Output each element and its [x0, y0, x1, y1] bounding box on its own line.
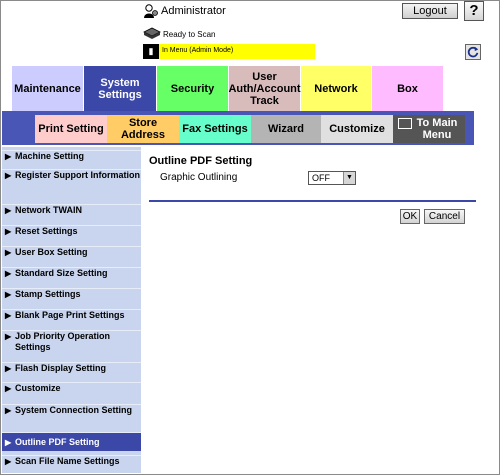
arrow-icon: ▶: [5, 332, 12, 341]
arrow-icon: ▶: [5, 269, 12, 278]
sidebar-item-job-priority[interactable]: ▶ Job Priority Operation Settings: [2, 330, 141, 359]
arrow-icon: ▶: [5, 311, 12, 320]
sidebar-item-label: Customize: [15, 383, 61, 393]
sidebar-item-label: Standard Size Setting: [15, 268, 108, 278]
chevron-down-icon: ▼: [343, 172, 355, 184]
sidebar-item-label: Blank Page Print Settings: [15, 310, 125, 320]
to-main-menu-button[interactable]: To Main Menu: [393, 115, 465, 143]
sidebar-item-reset-settings[interactable]: ▶ Reset Settings: [2, 225, 141, 243]
arrow-icon: ▶: [5, 406, 12, 415]
graphic-outlining-label: Graphic Outlining: [160, 172, 238, 183]
logout-button[interactable]: Logout: [402, 3, 458, 19]
page-title: Outline PDF Setting: [149, 155, 253, 167]
sidebar-item-blank-page-print[interactable]: ▶ Blank Page Print Settings: [2, 309, 141, 327]
subtab-fax-settings[interactable]: Fax Settings: [179, 115, 251, 143]
arrow-icon: ▶: [5, 206, 12, 215]
help-button[interactable]: ?: [464, 1, 484, 21]
sidebar-item-machine-setting[interactable]: ▶ Machine Setting: [2, 150, 141, 168]
mode-text: In Menu (Admin Mode): [162, 47, 234, 54]
subtab-store-address[interactable]: Store Address: [107, 115, 179, 143]
sidebar-item-label: Register Support Information: [15, 170, 141, 180]
tab-maintenance[interactable]: Maintenance: [12, 66, 84, 111]
arrow-icon: ▶: [5, 384, 12, 393]
sidebar-item-customize[interactable]: ▶ Customize: [2, 382, 141, 400]
arrow-icon: ▶: [5, 438, 12, 447]
sidebar-item-network-twain[interactable]: ▶ Network TWAIN: [2, 204, 141, 222]
tab-network[interactable]: Network: [301, 66, 372, 111]
tab-security[interactable]: Security: [157, 66, 229, 111]
sidebar-item-flash-display[interactable]: ▶ Flash Display Setting: [2, 362, 141, 380]
divider: [149, 200, 476, 202]
admin-mode-bar: ▮ In Menu (Admin Mode): [143, 44, 315, 59]
user-label: Administrator: [161, 5, 226, 17]
subtab-customize[interactable]: Customize: [321, 115, 393, 143]
sidebar: ▶ Machine Setting ▶ Register Support Infor…: [2, 147, 141, 473]
sidebar-item-label: Network TWAIN: [15, 205, 83, 215]
menu-icon: [398, 118, 412, 129]
arrow-icon: ▶: [5, 290, 12, 299]
sidebar-item-system-connection[interactable]: ▶ System Connection Setting: [2, 404, 141, 431]
sidebar-item-label: Flash Display Setting: [15, 363, 107, 373]
sidebar-item-scan-file-name[interactable]: ▶ Scan File Name Settings: [2, 455, 141, 473]
sidebar-item-label: Outline PDF Setting: [15, 437, 100, 447]
printer-icon: [143, 27, 161, 39]
graphic-outlining-select[interactable]: OFF ▼: [308, 171, 356, 185]
sidebar-item-user-box-setting[interactable]: ▶ User Box Setting: [2, 246, 141, 264]
tab-user-auth[interactable]: User Auth/Account Track: [228, 66, 301, 111]
sidebar-item-label: Stamp Settings: [15, 289, 81, 299]
subtab-print-setting[interactable]: Print Setting: [35, 115, 107, 143]
arrow-icon: ▶: [5, 457, 12, 466]
arrow-icon: ▶: [5, 248, 12, 257]
arrow-icon: ▶: [5, 171, 12, 180]
select-value: OFF: [312, 173, 330, 183]
arrow-icon: ▶: [5, 152, 12, 161]
tab-box[interactable]: Box: [372, 66, 444, 111]
sidebar-item-label: Reset Settings: [15, 226, 78, 236]
sidebar-item-standard-size[interactable]: ▶ Standard Size Setting: [2, 267, 141, 285]
sidebar-item-stamp-settings[interactable]: ▶ Stamp Settings: [2, 288, 141, 306]
administrator-icon: [144, 4, 158, 18]
arrow-icon: ▶: [5, 227, 12, 236]
sidebar-item-label: Job Priority Operation Settings: [15, 331, 111, 352]
admin-mode-icon: ▮: [143, 44, 159, 59]
sidebar-item-outline-pdf[interactable]: ▶ Outline PDF Setting: [2, 432, 141, 451]
sidebar-item-register-support[interactable]: ▶ Register Support Information: [2, 169, 141, 198]
refresh-icon[interactable]: [465, 44, 481, 60]
subtab-wizard[interactable]: Wizard: [251, 115, 321, 143]
ok-button[interactable]: OK: [400, 209, 420, 224]
sidebar-item-label: Scan File Name Settings: [15, 456, 120, 466]
sidebar-item-label: System Connection Setting: [15, 405, 133, 415]
status-text: Ready to Scan: [163, 30, 216, 39]
cancel-button[interactable]: Cancel: [424, 209, 465, 224]
arrow-icon: ▶: [5, 364, 12, 373]
tab-system-settings[interactable]: System Settings: [84, 66, 157, 111]
sidebar-item-label: User Box Setting: [15, 247, 88, 257]
sidebar-item-label: Machine Setting: [15, 151, 85, 161]
